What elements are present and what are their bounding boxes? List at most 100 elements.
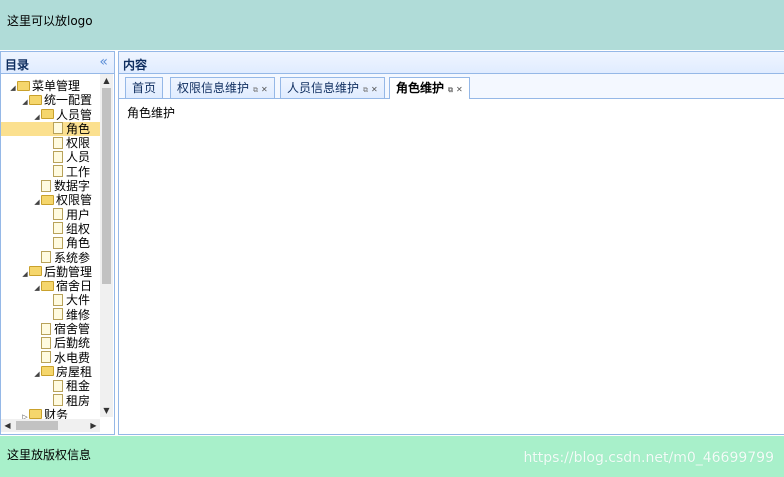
tree-node-label: 权限	[66, 136, 91, 151]
hscroll-thumb[interactable]	[16, 421, 58, 430]
tree-node[interactable]: 租金	[1, 379, 100, 393]
tree-node-label: 大件	[66, 293, 91, 308]
tree-node[interactable]: 租房	[1, 394, 100, 408]
folder-icon	[41, 366, 54, 377]
tree-node-label: 数据字	[54, 179, 91, 194]
tab-label: 权限信息维护	[177, 81, 250, 95]
folder-icon	[41, 109, 54, 120]
tree-node-label: 统一配置	[44, 93, 93, 108]
tree-node[interactable]: 组权	[1, 222, 100, 236]
tree-node[interactable]: ◢ 人员管	[1, 108, 100, 122]
tree-node[interactable]: 工作	[1, 165, 100, 179]
tree-node-label: 人员	[66, 150, 91, 165]
tree-node[interactable]: 角色	[1, 121, 100, 137]
tree-node-label: 权限管	[56, 193, 93, 208]
tree-node-label: 租金	[66, 379, 91, 394]
scroll-left-icon[interactable]: ◀	[1, 419, 14, 432]
file-icon	[41, 322, 51, 335]
tree-node-label: 用户	[66, 207, 91, 222]
tree-node-label: 人员管	[56, 107, 93, 122]
tab-content-text: 角色维护	[127, 106, 176, 120]
folder-icon	[29, 266, 42, 277]
folder-icon	[29, 409, 42, 420]
tab-home[interactable]: 首页	[125, 77, 164, 98]
tree-node[interactable]: ◢ 后勤管理	[1, 265, 100, 279]
tree-node-label: 维修	[66, 307, 91, 322]
tree-node[interactable]: ◢ 菜单管理	[1, 79, 100, 93]
tree-node[interactable]: ◢ 权限管	[1, 193, 100, 207]
file-icon	[41, 179, 51, 192]
tree-node[interactable]: 宿舍管	[1, 322, 100, 336]
scroll-thumb[interactable]	[102, 88, 111, 284]
file-icon	[53, 236, 63, 249]
tree-node[interactable]: 用户	[1, 208, 100, 222]
tab-personnel-info[interactable]: 人员信息维护 ⧉ ✕	[280, 77, 385, 98]
tree-node-label: 角色	[66, 121, 91, 136]
header: 这里可以放logo	[0, 0, 784, 50]
content-panel: 内容 首页 权限信息维护 ⧉ ✕ 人员信息维护 ⧉ ✕ 角色维护 ⧉ ✕ 角色维护	[118, 51, 784, 435]
menu-tree: ◢ 菜单管理 ◢ 统一配置 ◢ 人员管 角色 权限 人员 工作 数据字 ◢ 权限管 用户 组权 角色 系统参 ◢ 后…	[1, 79, 100, 422]
file-icon	[53, 379, 63, 392]
file-icon	[53, 208, 63, 221]
restore-icon[interactable]: ⧉	[253, 86, 258, 94]
close-icon[interactable]: ✕	[371, 85, 378, 94]
tree-node[interactable]: 角色	[1, 236, 100, 250]
file-icon	[53, 222, 63, 235]
tree-node[interactable]: 人员	[1, 150, 100, 164]
tree-node[interactable]: 大件	[1, 293, 100, 307]
copyright-text: 这里放版权信息	[7, 448, 92, 462]
file-icon	[53, 150, 63, 163]
tree-node[interactable]: 后勤统	[1, 336, 100, 350]
close-icon[interactable]: ✕	[261, 85, 268, 94]
tree-node[interactable]: 数据字	[1, 179, 100, 193]
tree-node-label: 宿舍管	[54, 322, 91, 337]
tree-node[interactable]: 系统参	[1, 251, 100, 265]
tab-permission-info[interactable]: 权限信息维护 ⧉ ✕	[170, 77, 275, 98]
horizontal-scrollbar[interactable]: ◀ ▶	[1, 419, 100, 432]
file-icon	[41, 336, 51, 349]
file-icon	[53, 122, 63, 135]
file-icon	[53, 293, 63, 306]
vertical-scrollbar[interactable]: ▲ ▼	[100, 74, 113, 417]
tree-node-label: 租房	[66, 393, 91, 408]
tree-node-label: 菜单管理	[32, 79, 81, 93]
tab-bar: 首页 权限信息维护 ⧉ ✕ 人员信息维护 ⧉ ✕ 角色维护 ⧉ ✕	[119, 74, 784, 99]
file-icon	[53, 165, 63, 178]
tree-node-label: 角色	[66, 236, 91, 251]
tree-node[interactable]: ◢ 宿舍日	[1, 279, 100, 293]
scroll-right-icon[interactable]: ▶	[87, 419, 100, 432]
tree-node[interactable]: 水电费	[1, 351, 100, 365]
directory-panel-header: 目录 «	[1, 52, 114, 74]
tree-node-label: 房屋租	[56, 364, 93, 379]
watermark-text: https://blog.csdn.net/m0_46699799	[523, 450, 774, 466]
tree-node[interactable]: 权限	[1, 136, 100, 150]
tree-node-label: 后勤统	[54, 336, 91, 351]
file-icon	[53, 308, 63, 321]
close-icon[interactable]: ✕	[456, 85, 463, 94]
file-icon	[53, 394, 63, 407]
collapse-icon[interactable]: «	[99, 54, 108, 70]
tree-node-label: 水电费	[54, 350, 91, 365]
restore-icon[interactable]: ⧉	[448, 86, 453, 94]
tree-node-label: 组权	[66, 221, 91, 236]
restore-icon[interactable]: ⧉	[363, 86, 368, 94]
directory-title: 目录	[5, 58, 30, 72]
tree-node-label: 宿舍日	[56, 279, 93, 294]
tree-node[interactable]: 维修	[1, 308, 100, 322]
scroll-down-icon[interactable]: ▼	[100, 404, 113, 417]
tab-label: 人员信息维护	[287, 81, 360, 95]
tree-container: ◢ 菜单管理 ◢ 统一配置 ◢ 人员管 角色 权限 人员 工作 数据字 ◢ 权限管 用户 组权 角色 系统参 ◢ 后…	[1, 74, 114, 434]
content-panel-header: 内容	[119, 52, 784, 74]
tree-node-label: 工作	[66, 164, 91, 179]
file-icon	[53, 136, 63, 149]
tab-label: 角色维护	[396, 81, 445, 95]
file-icon	[41, 251, 51, 264]
directory-panel: 目录 « ◢ 菜单管理 ◢ 统一配置 ◢ 人员管 角色 权限 人员 工作 数据字 ◢ 权限管 用户 组权 角色…	[0, 51, 115, 435]
tab-role[interactable]: 角色维护 ⧉ ✕	[389, 77, 470, 99]
tree-node[interactable]: ◢ 房屋租	[1, 365, 100, 379]
scroll-up-icon[interactable]: ▲	[100, 74, 113, 87]
folder-icon	[29, 94, 42, 105]
file-icon	[41, 351, 51, 364]
logo-text: 这里可以放logo	[7, 14, 93, 28]
tree-node[interactable]: ◢ 统一配置	[1, 93, 100, 107]
